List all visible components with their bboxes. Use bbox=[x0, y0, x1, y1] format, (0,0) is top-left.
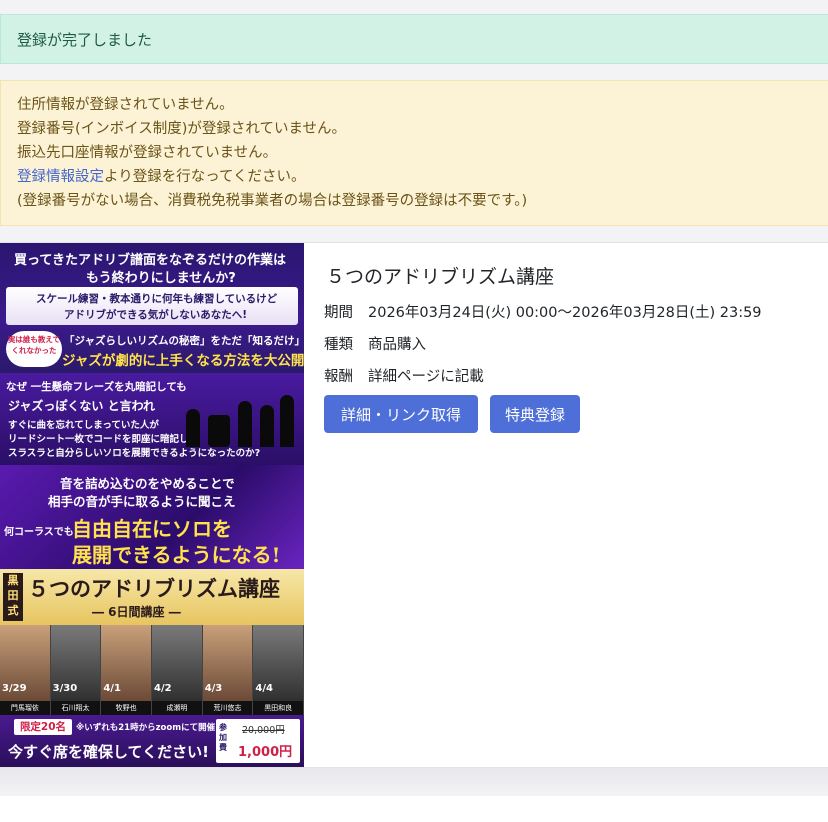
success-message: 登録が完了しました bbox=[17, 31, 153, 49]
banner-why4: リードシート一枚でコードを即座に暗記し、 bbox=[8, 434, 199, 445]
instructor-name: 門馬瑠依 bbox=[0, 701, 50, 715]
instructor-photo: 4/2 成瀬明 bbox=[152, 625, 203, 715]
instructor-name: 成瀬明 bbox=[152, 701, 202, 715]
reward-label: 報酬 bbox=[324, 369, 353, 385]
banner-headline2: もう終わりにしませんか? bbox=[86, 271, 236, 286]
instructor-name: 牧野也 bbox=[101, 701, 152, 715]
instructor-photo: 3/30 石川翔太 bbox=[50, 625, 102, 715]
banner-why3: すぐに曲を忘れてしまっていた人が bbox=[8, 420, 159, 431]
type-label: 種類 bbox=[324, 337, 353, 353]
banner-s3big1: 自由自在にソロを bbox=[72, 517, 232, 541]
instructor-name: 荒川悠志 bbox=[202, 701, 253, 715]
banner-section-course: 黒田式 ５つのアドリブリズム講座 ― 6日間講座 ― bbox=[0, 569, 304, 625]
type-value: 商品購入 bbox=[368, 337, 426, 353]
banner-headline1: 買ってきたアドリブ譜面をなぞるだけの作業は bbox=[14, 253, 286, 268]
instructor-date: 3/29 bbox=[2, 683, 27, 694]
banner-why1: なぜ 一生懸命フレーズを丸暗記しても bbox=[6, 381, 187, 393]
warning-note: (登録番号がない場合、消費税免税事業者の場合は登録番号の登録は不要です。) bbox=[17, 193, 528, 209]
banner-hook2: ジャズが劇的に上手くなる方法を大公開! bbox=[62, 353, 304, 369]
price-old: 20,000円 bbox=[242, 725, 285, 736]
banner-hook1: 「ジャズらしいリズムの秘密」をただ「知るだけ」で bbox=[64, 335, 304, 347]
period-value: 2026年03月24日(火) 00:00〜2026年03月28日(土) 23:5… bbox=[368, 305, 762, 321]
banner-zoom: ※いずれも21時からzoomにて開催 bbox=[76, 723, 216, 733]
next-card-edge bbox=[0, 796, 828, 822]
campaign-type: 種類 商品購入 bbox=[324, 333, 426, 354]
price-box: 参加費 20,000円 1,000円 bbox=[216, 719, 300, 763]
banner-s3line2: 相手の音が手に取るように聞こえ bbox=[48, 494, 236, 509]
banner-section-cta: 限定20名 ※いずれも21時からzoomにて開催 今すぐ席を確保してください! … bbox=[0, 715, 304, 767]
banner-cta: 今すぐ席を確保してください! bbox=[8, 743, 209, 761]
warning-invoice: 登録番号(インボイス制度)が登録されていません。 bbox=[17, 121, 347, 137]
reward-value: 詳細ページに記載 bbox=[368, 369, 484, 385]
instructor-name: 黒田和良 bbox=[253, 701, 304, 715]
jazz-band-illustration bbox=[180, 391, 298, 447]
campaign-banner-image[interactable]: 買ってきたアドリブ譜面をなぞるだけの作業は もう終わりにしませんか? スケール練… bbox=[0, 243, 304, 767]
banner-limit: 限定20名 bbox=[14, 719, 72, 735]
period-label: 期間 bbox=[324, 305, 353, 321]
fee-label: 参加費 bbox=[219, 723, 227, 752]
instructor-photos: 3/29 門馬瑠依 3/30 石川翔太 4/1 牧野也 4/2 成瀬明 4/3 荒川悠志 … bbox=[0, 625, 304, 715]
banner-days: ― 6日間講座 ― bbox=[92, 605, 181, 619]
campaign-title: ５つのアドリブリズム講座 bbox=[326, 266, 555, 288]
price-new: 1,000円 bbox=[238, 745, 293, 760]
warning-bank: 振込先口座情報が登録されていません。 bbox=[17, 145, 278, 161]
instructor-photo: 3/29 門馬瑠依 bbox=[0, 625, 51, 715]
instructor-photo: 4/1 牧野也 bbox=[101, 625, 153, 715]
banner-s3big2: 展開できるようになる! bbox=[72, 543, 281, 567]
banner-course: ５つのアドリブリズム講座 bbox=[28, 576, 280, 601]
instructor-date: 4/4 bbox=[255, 683, 273, 694]
banner-badge: 実は誰も教えてくれなかった bbox=[6, 331, 62, 367]
instructor-date: 4/3 bbox=[204, 683, 223, 694]
benefit-register-button[interactable]: 特典登録 bbox=[490, 395, 580, 433]
instructor-photo: 4/4 黒田和良 bbox=[253, 625, 304, 715]
instructor-date: 4/1 bbox=[103, 683, 121, 694]
banner-sub2: アドリブができる気がしないあなたへ! bbox=[64, 309, 248, 321]
warning-action-suffix: より登録を行なってください。 bbox=[104, 169, 306, 185]
instructor-date: 4/2 bbox=[154, 683, 172, 694]
card-shadow bbox=[0, 768, 828, 796]
registration-success-alert: 登録が完了しました bbox=[0, 14, 828, 64]
registration-settings-link[interactable]: 登録情報設定 bbox=[17, 169, 104, 185]
banner-section-solo: 音を詰め込むのをやめることで 相手の音が手に取るように聞こえ 何コーラスでも 自… bbox=[0, 465, 304, 569]
banner-s3line1: 音を詰め込むのをやめることで bbox=[60, 476, 235, 491]
warning-address: 住所情報が登録されていません。 bbox=[17, 97, 234, 113]
campaign-reward: 報酬 詳細ページに記載 bbox=[324, 365, 484, 386]
detail-link-button[interactable]: 詳細・リンク取得 bbox=[324, 395, 478, 433]
banner-section-instructors: 3/29 門馬瑠依 3/30 石川翔太 4/1 牧野也 4/2 成瀬明 4/3 荒川悠志 … bbox=[0, 625, 304, 715]
banner-sub1: スケール練習・教本通りに何年も練習しているけど bbox=[36, 293, 278, 305]
campaign-period: 期間 2026年03月24日(火) 00:00〜2026年03月28日(土) 23… bbox=[324, 301, 762, 322]
registration-warning-alert: 住所情報が登録されていません。 登録番号(インボイス制度)が登録されていません。… bbox=[0, 80, 828, 226]
banner-why2: ジャズっぽくない と言われ bbox=[8, 399, 155, 413]
banner-s3any: 何コーラスでも bbox=[4, 527, 74, 538]
banner-section-headline: 買ってきたアドリブ譜面をなぞるだけの作業は もう終わりにしませんか? スケール練… bbox=[0, 243, 304, 373]
instructor-date: 3/30 bbox=[52, 683, 78, 694]
instructor-photo: 4/3 荒川悠志 bbox=[202, 625, 254, 715]
banner-sub-box: スケール練習・教本通りに何年も練習しているけど アドリブができる気がしないあなた… bbox=[6, 287, 298, 325]
banner-section-why: なぜ 一生懸命フレーズを丸暗記しても ジャズっぽくない と言われ すぐに曲を忘れ… bbox=[0, 373, 304, 465]
banner-school: 黒田式 bbox=[3, 573, 23, 621]
banner-why5: スラスラと自分らしいソロを展開できるようになったのか? bbox=[8, 448, 261, 459]
warning-action: 登録情報設定より登録を行なってください。 bbox=[17, 165, 812, 189]
instructor-name: 石川翔太 bbox=[50, 701, 101, 715]
